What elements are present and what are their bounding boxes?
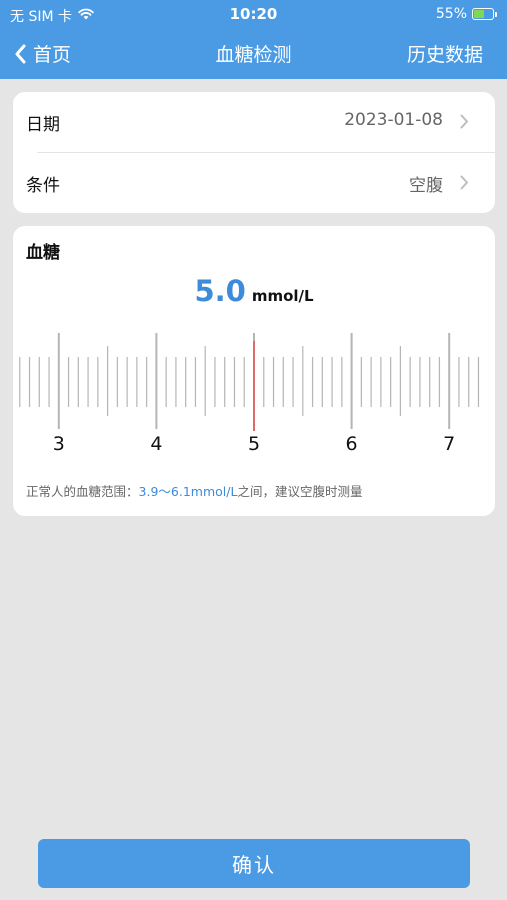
battery-icon xyxy=(472,8,494,20)
chevron-right-icon xyxy=(460,175,468,190)
ruler-tick-label: 7 xyxy=(443,433,455,455)
ruler-tick-label: 6 xyxy=(346,433,358,455)
battery-info: 55% xyxy=(436,6,497,22)
glucose-ruler-slider[interactable]: 3 4 5 6 7 xyxy=(13,226,495,466)
normal-range-tip: 正常人的血糖范围：3.9～6.1mmol/L之间，建议空腹时测量 xyxy=(26,481,362,500)
navigation-bar: 首页 血糖检测 历史数据 xyxy=(0,28,507,79)
date-value: 2023-01-08 xyxy=(344,110,443,130)
ruler-tick-label: 5 xyxy=(248,433,260,455)
tip-range: 3.9～6.1mmol/L xyxy=(138,484,238,499)
ruler-tick-label: 3 xyxy=(53,433,65,455)
history-data-button[interactable]: 历史数据 xyxy=(407,40,483,67)
condition-value: 空腹 xyxy=(409,176,443,196)
battery-percent: 55% xyxy=(435,6,467,22)
top-bar: 无 SIM 卡 10:20 55% 首页 血糖检测 历史数据 xyxy=(0,0,507,79)
condition-label: 条件 xyxy=(26,176,60,196)
tip-prefix: 正常人的血糖范围： xyxy=(26,484,139,499)
date-row[interactable]: 日期 2023-01-08 xyxy=(13,92,503,153)
glucose-card: 血糖 5.0 mmol/L 34567 正常人的血糖范围：3.9～6.1mmol/… xyxy=(13,226,495,516)
confirm-button[interactable]: 确认 xyxy=(38,839,470,888)
chevron-right-icon xyxy=(460,114,468,129)
status-bar: 无 SIM 卡 10:20 55% xyxy=(0,0,507,28)
tip-suffix: 之间，建议空腹时测量 xyxy=(237,484,363,499)
ruler-tick-label: 4 xyxy=(150,433,162,455)
record-info-card: 日期 2023-01-08 条件 空腹 xyxy=(13,92,503,213)
condition-row[interactable]: 条件 空腹 xyxy=(13,153,495,213)
status-time: 10:20 xyxy=(229,5,278,23)
date-label: 日期 xyxy=(26,115,60,135)
